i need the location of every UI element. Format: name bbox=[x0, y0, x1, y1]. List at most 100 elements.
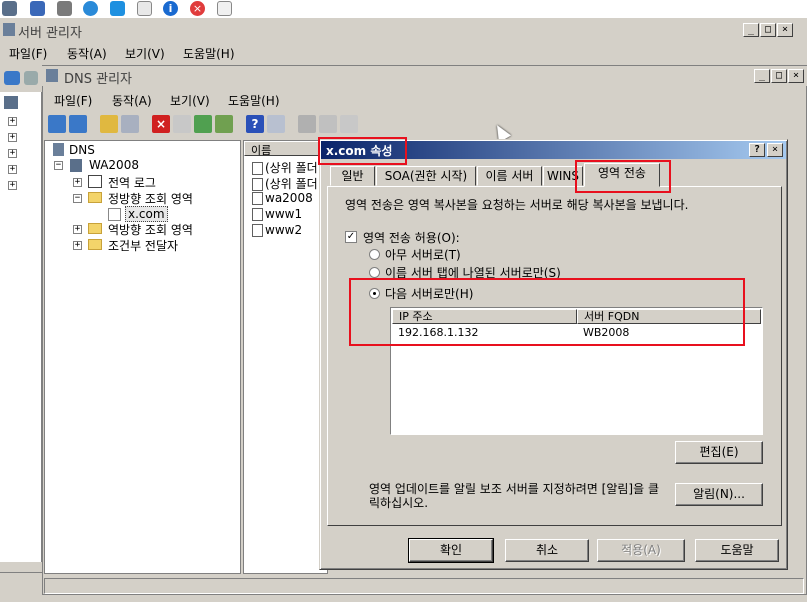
tree-item-conditional-forwarders[interactable]: 조건부 전달자 bbox=[108, 237, 178, 254]
list-item[interactable]: www2 bbox=[252, 223, 302, 237]
folder-icon bbox=[88, 223, 102, 234]
dns-manager-titlebar: DNS 관리자 _ □ × bbox=[42, 66, 807, 87]
dns-icon bbox=[46, 69, 58, 82]
menu-file[interactable]: 파일(F) bbox=[9, 45, 47, 62]
apply-button[interactable]: 적용(A) bbox=[597, 539, 685, 562]
allow-transfer-label: 영역 전송 허용(O): bbox=[363, 231, 460, 245]
list-header[interactable]: 이름 bbox=[244, 141, 327, 157]
refresh-icon[interactable] bbox=[83, 1, 98, 16]
expand-icon[interactable]: + bbox=[8, 149, 17, 158]
refresh-icon[interactable] bbox=[194, 115, 212, 133]
console-icon[interactable] bbox=[267, 115, 285, 133]
export-icon[interactable] bbox=[215, 115, 233, 133]
gear-icon[interactable] bbox=[57, 1, 72, 16]
windows-icon[interactable] bbox=[110, 1, 125, 16]
list-item[interactable]: (상위 폴더 bbox=[252, 159, 318, 176]
tab-name-servers[interactable]: 이름 서버 bbox=[477, 166, 542, 186]
menu-view[interactable]: 보기(V) bbox=[170, 92, 210, 109]
radio-name-servers-tab[interactable] bbox=[369, 267, 380, 278]
minimize-button[interactable]: _ bbox=[743, 23, 759, 37]
menu-action[interactable]: 동작(A) bbox=[67, 45, 107, 62]
ok-button[interactable]: 확인 bbox=[408, 538, 494, 563]
expand-icon[interactable]: + bbox=[8, 133, 17, 142]
forward-icon[interactable] bbox=[24, 71, 38, 85]
copy-icon[interactable] bbox=[340, 115, 358, 133]
help-button[interactable]: ? bbox=[749, 143, 765, 157]
server-manager-title: 서버 관리자 bbox=[18, 26, 82, 41]
server-manager-icon bbox=[3, 23, 15, 36]
info-icon[interactable]: i bbox=[163, 1, 178, 16]
expand-icon[interactable]: + bbox=[8, 117, 17, 126]
dns-manager-toolbar: × ? bbox=[42, 112, 807, 138]
back-icon[interactable] bbox=[4, 71, 20, 85]
dns-manager-title: DNS 관리자 bbox=[64, 72, 132, 87]
column-name: 이름 bbox=[251, 144, 272, 157]
show-tree-icon[interactable] bbox=[121, 115, 139, 133]
dns-icon bbox=[53, 143, 64, 156]
list-item[interactable]: (상위 폴더 bbox=[252, 175, 318, 192]
collapse-icon[interactable]: − bbox=[54, 161, 63, 170]
notify-button[interactable]: 알림(N)... bbox=[675, 483, 763, 506]
tree-item-reverse-lookup[interactable]: 역방향 조회 영역 bbox=[108, 221, 193, 238]
tab-soa[interactable]: SOA(권한 시작) bbox=[376, 166, 476, 186]
close-button[interactable]: × bbox=[777, 23, 793, 37]
tab-zone-transfer[interactable]: 영역 전송 bbox=[584, 163, 660, 187]
server-manager-tree: + + + + + bbox=[0, 92, 42, 562]
close-button[interactable]: × bbox=[788, 69, 804, 83]
radio-any-server-label: 아무 서버로(T) bbox=[385, 248, 461, 262]
tab-general[interactable]: 일반 bbox=[330, 166, 375, 186]
stop-icon[interactable]: × bbox=[190, 1, 205, 16]
server-manager-toolbar bbox=[0, 68, 42, 90]
record-icon bbox=[252, 178, 263, 191]
server-icon[interactable] bbox=[2, 1, 17, 16]
tree-item-x-com[interactable]: x.com bbox=[125, 206, 168, 222]
user-icon[interactable] bbox=[30, 1, 45, 16]
properties-icon[interactable] bbox=[173, 115, 191, 133]
status-bar-pane bbox=[44, 578, 804, 594]
menu-action[interactable]: 동작(A) bbox=[112, 92, 152, 109]
expand-icon[interactable]: + bbox=[73, 241, 82, 250]
server-icon[interactable] bbox=[298, 115, 316, 133]
close-button[interactable]: × bbox=[767, 143, 783, 157]
expand-icon[interactable]: + bbox=[73, 225, 82, 234]
delete-icon[interactable]: × bbox=[152, 115, 170, 133]
cancel-button[interactable]: 취소 bbox=[505, 539, 589, 562]
allow-transfer-checkbox[interactable]: ✓ bbox=[345, 231, 357, 243]
list-item[interactable]: wa2008 bbox=[252, 191, 313, 205]
back-icon[interactable] bbox=[48, 115, 66, 133]
menu-view[interactable]: 보기(V) bbox=[125, 45, 165, 62]
radio-any-server[interactable] bbox=[369, 249, 380, 260]
expand-icon[interactable]: + bbox=[8, 165, 17, 174]
up-folder-icon[interactable] bbox=[100, 115, 118, 133]
list-icon[interactable] bbox=[319, 115, 337, 133]
help-icon[interactable]: ? bbox=[246, 115, 264, 133]
server-icon bbox=[70, 159, 82, 172]
maximize-button[interactable]: □ bbox=[760, 23, 776, 37]
quick-launch-bar: i × bbox=[0, 0, 807, 18]
list-item[interactable]: www1 bbox=[252, 207, 302, 221]
folder-icon bbox=[88, 239, 102, 250]
menu-file[interactable]: 파일(F) bbox=[54, 92, 92, 109]
status-strip bbox=[0, 572, 42, 602]
tree-item-dns[interactable]: DNS bbox=[69, 143, 95, 157]
record-icon bbox=[252, 224, 263, 237]
folder-icon bbox=[88, 192, 102, 203]
document-icon[interactable] bbox=[137, 1, 152, 16]
menu-help[interactable]: 도움말(H) bbox=[228, 92, 280, 109]
maximize-button[interactable]: □ bbox=[771, 69, 787, 83]
edit-button[interactable]: 편집(E) bbox=[675, 441, 763, 464]
collapse-icon[interactable]: − bbox=[73, 194, 82, 203]
menu-help[interactable]: 도움말(H) bbox=[183, 45, 235, 62]
forward-icon[interactable] bbox=[69, 115, 87, 133]
record-icon bbox=[252, 208, 263, 221]
expand-icon[interactable]: + bbox=[8, 181, 17, 190]
tree-item-forward-lookup[interactable]: 정방향 조회 영역 bbox=[108, 190, 193, 207]
zone-icon bbox=[108, 208, 121, 221]
record-icon bbox=[252, 192, 263, 205]
delete-file-icon[interactable] bbox=[217, 1, 232, 16]
expand-icon[interactable]: + bbox=[73, 178, 82, 187]
tree-item-server[interactable]: WA2008 bbox=[89, 158, 139, 172]
help-dialog-button[interactable]: 도움말 bbox=[695, 539, 779, 562]
minimize-button[interactable]: _ bbox=[754, 69, 770, 83]
tree-item-global-log[interactable]: 전역 로그 bbox=[108, 174, 156, 191]
